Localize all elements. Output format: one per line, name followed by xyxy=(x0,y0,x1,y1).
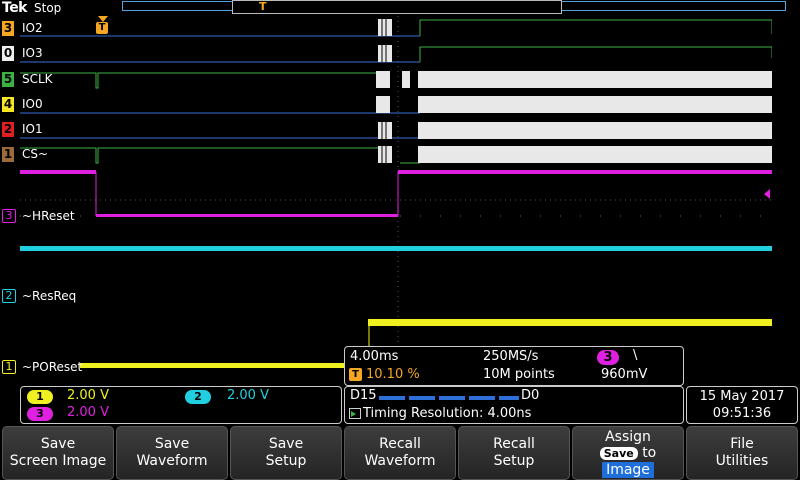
channel-tag: 5 xyxy=(2,72,14,87)
ch3-scale: 2.00 V xyxy=(67,405,109,420)
vertical-scale-readout[interactable]: 1 2.00 V 2 2.00 V 3 2.00 V xyxy=(20,386,342,424)
digital-bit-indicator xyxy=(379,396,519,400)
timing-resolution: Timing Resolution: 4.00ns xyxy=(363,406,532,421)
save-badge: Save xyxy=(599,446,638,460)
date: 15 May 2017 xyxy=(699,389,785,404)
digital-channel-readout[interactable]: D15 D0 Timing Resolution: 4.00ns xyxy=(344,386,684,424)
channel-tag: 0 xyxy=(2,46,14,61)
timing-resolution-icon xyxy=(349,408,361,419)
channel-name: ~POReset xyxy=(22,360,83,374)
assign-save-button[interactable]: Assign Save to Image xyxy=(572,426,684,480)
acquisition-status: Stop xyxy=(34,1,62,15)
channel-name: ~HReset xyxy=(22,209,75,223)
channel-name: IO1 xyxy=(22,122,43,136)
channel-tag: 1 xyxy=(2,360,16,374)
ch1-badge[interactable]: 1 xyxy=(27,390,53,404)
save-setup-button[interactable]: Save Setup xyxy=(230,426,342,480)
recall-waveform-button[interactable]: Recall Waveform xyxy=(344,426,456,480)
channel-name: IO2 xyxy=(22,21,43,35)
digital-low-label: D0 xyxy=(521,388,540,403)
digital-traces xyxy=(20,19,772,164)
trigger-position-marker: T xyxy=(259,0,267,13)
digital-activity-blocks xyxy=(376,19,772,163)
trigger-position: 10.10 % xyxy=(366,367,420,382)
brand-logo: Tek xyxy=(2,0,28,16)
channel-name: ~ResReq xyxy=(22,289,77,303)
channel-tag: 2 xyxy=(2,122,14,137)
channel-tag: 4 xyxy=(2,97,14,112)
channel-tag: 3 xyxy=(2,21,14,36)
channel-name: CS~ xyxy=(22,147,49,161)
waveform-display[interactable] xyxy=(20,16,772,384)
sample-rate: 250MS/s xyxy=(483,349,539,364)
trace-hreset xyxy=(20,170,772,217)
ch2-scale: 2.00 V xyxy=(227,388,269,403)
trigger-slope-icon: \ xyxy=(633,348,638,363)
channel-name: IO3 xyxy=(22,46,43,60)
time: 09:51:36 xyxy=(712,406,772,421)
channel-name: SCLK xyxy=(22,72,53,86)
file-utilities-button[interactable]: File Utilities xyxy=(686,426,798,480)
horizontal-trigger-readout[interactable]: 4.00ms 250MS/s 3 \ T 10.10 % 10M points … xyxy=(344,346,684,386)
channel-tag: 2 xyxy=(2,289,16,303)
recall-setup-button[interactable]: Recall Setup xyxy=(458,426,570,480)
channel-name: IO0 xyxy=(22,97,43,111)
bottom-menu: Save Screen Image Save Waveform Save Setup … xyxy=(0,426,800,480)
ch1-scale: 2.00 V xyxy=(67,388,109,403)
save-screen-image-button[interactable]: Save Screen Image xyxy=(2,426,114,480)
date-time-readout: 15 May 2017 09:51:36 xyxy=(686,386,798,424)
ch2-badge[interactable]: 2 xyxy=(185,390,211,404)
digital-high-label: D15 xyxy=(350,388,377,403)
record-length: 10M points xyxy=(483,367,555,382)
trigger-level: 960mV xyxy=(601,367,648,382)
trigger-time-marker: T xyxy=(96,16,110,36)
save-waveform-button[interactable]: Save Waveform xyxy=(116,426,228,480)
channel-tag: 1 xyxy=(2,147,14,162)
channel-tag: 3 xyxy=(2,209,16,223)
trigger-position-icon: T xyxy=(349,368,362,381)
assign-target-highlight: Image xyxy=(602,461,654,478)
record-view-window[interactable] xyxy=(232,0,562,14)
trigger-source-badge: 3 xyxy=(597,350,619,365)
trace-resreq xyxy=(20,246,772,251)
trigger-level-marker xyxy=(764,189,770,199)
digital-activity-gaps xyxy=(381,19,387,163)
status-bar: Tek Stop T xyxy=(0,0,800,17)
horizontal-scale: 4.00ms xyxy=(350,349,399,364)
ch3-badge[interactable]: 3 xyxy=(27,407,53,421)
